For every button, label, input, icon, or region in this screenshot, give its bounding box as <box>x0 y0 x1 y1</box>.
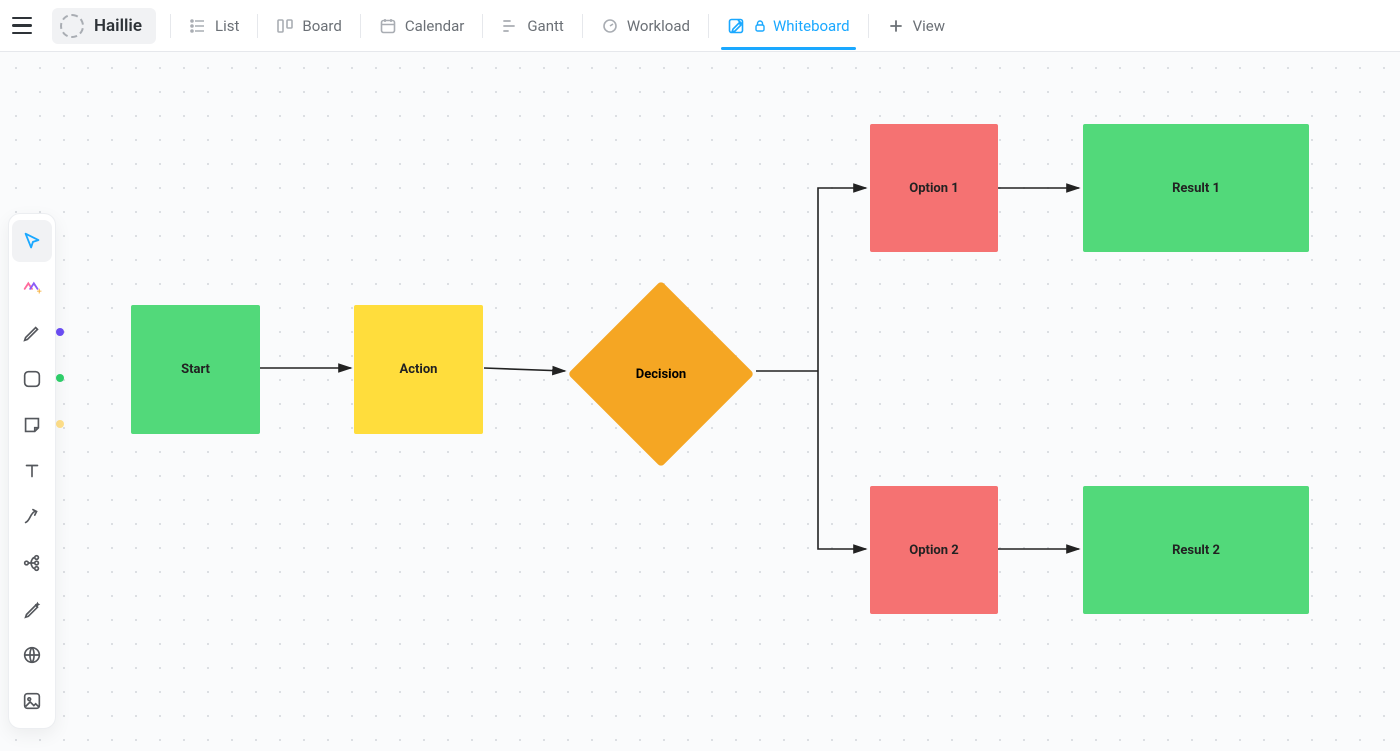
pen-color-indicator[interactable] <box>56 328 64 336</box>
tool-mindmap[interactable] <box>12 542 52 584</box>
view-tab-label: List <box>215 17 239 35</box>
tool-generate[interactable] <box>12 588 52 630</box>
tool-image[interactable] <box>12 680 52 722</box>
whiteboard-icon <box>727 17 745 35</box>
shape-color-indicator[interactable] <box>56 374 64 382</box>
divider <box>257 14 258 38</box>
view-tab-board[interactable]: Board <box>264 3 353 49</box>
view-tab-label: Whiteboard <box>773 17 850 35</box>
view-tab-workload[interactable]: Workload <box>589 3 702 49</box>
divider <box>582 14 583 38</box>
menu-icon[interactable] <box>12 12 40 40</box>
workload-icon <box>601 17 619 35</box>
tool-text[interactable] <box>12 450 52 492</box>
tool-shape[interactable] <box>12 358 52 400</box>
top-toolbar: Haillie List Board Calendar Gantt Worklo… <box>0 0 1400 52</box>
tool-ai[interactable]: + <box>12 266 52 308</box>
tool-website[interactable] <box>12 634 52 676</box>
space-selector[interactable]: Haillie <box>52 8 156 44</box>
tool-connector[interactable] <box>12 496 52 538</box>
node-label: Option 2 <box>909 543 958 558</box>
node-label: Action <box>400 362 438 377</box>
node-decision[interactable]: Decision <box>566 279 756 469</box>
calendar-icon <box>379 17 397 35</box>
space-name: Haillie <box>94 16 142 36</box>
view-tab-label: Calendar <box>405 17 465 35</box>
sticky-color-indicator[interactable] <box>56 420 64 428</box>
whiteboard-canvas[interactable]: Start Action Decision Option 1 Option 2 … <box>0 52 1400 751</box>
tool-select[interactable] <box>12 220 52 262</box>
node-result-1[interactable]: Result 1 <box>1083 124 1309 252</box>
divider <box>482 14 483 38</box>
tool-sticky[interactable] <box>12 404 52 446</box>
divider <box>708 14 709 38</box>
divider <box>170 14 171 38</box>
node-result-2[interactable]: Result 2 <box>1083 486 1309 614</box>
node-action[interactable]: Action <box>354 305 483 434</box>
view-tab-label: Workload <box>627 17 690 35</box>
node-option-1[interactable]: Option 1 <box>870 124 998 252</box>
view-tab-list[interactable]: List <box>177 3 251 49</box>
tool-pen[interactable] <box>12 312 52 354</box>
view-tab-gantt[interactable]: Gantt <box>489 3 575 49</box>
add-view-label: View <box>913 17 945 35</box>
lock-icon <box>753 19 767 33</box>
view-tab-whiteboard[interactable]: Whiteboard <box>715 3 862 49</box>
whiteboard-toolbox: + <box>8 213 56 729</box>
plus-icon <box>887 17 905 35</box>
view-tab-label: Board <box>302 17 341 35</box>
view-tab-calendar[interactable]: Calendar <box>367 3 477 49</box>
node-label: Option 1 <box>909 181 958 196</box>
node-start[interactable]: Start <box>131 305 260 434</box>
node-option-2[interactable]: Option 2 <box>870 486 998 614</box>
divider <box>360 14 361 38</box>
divider <box>868 14 869 38</box>
gantt-icon <box>501 17 519 35</box>
node-label: Decision <box>636 367 686 382</box>
add-view-button[interactable]: View <box>875 3 957 49</box>
space-avatar-icon <box>60 14 84 38</box>
node-label: Start <box>181 362 210 377</box>
node-label: Result 2 <box>1172 543 1220 558</box>
svg-text:+: + <box>37 287 42 297</box>
board-icon <box>276 17 294 35</box>
list-icon <box>189 17 207 35</box>
node-label: Result 1 <box>1172 181 1220 196</box>
view-tab-label: Gantt <box>527 17 563 35</box>
